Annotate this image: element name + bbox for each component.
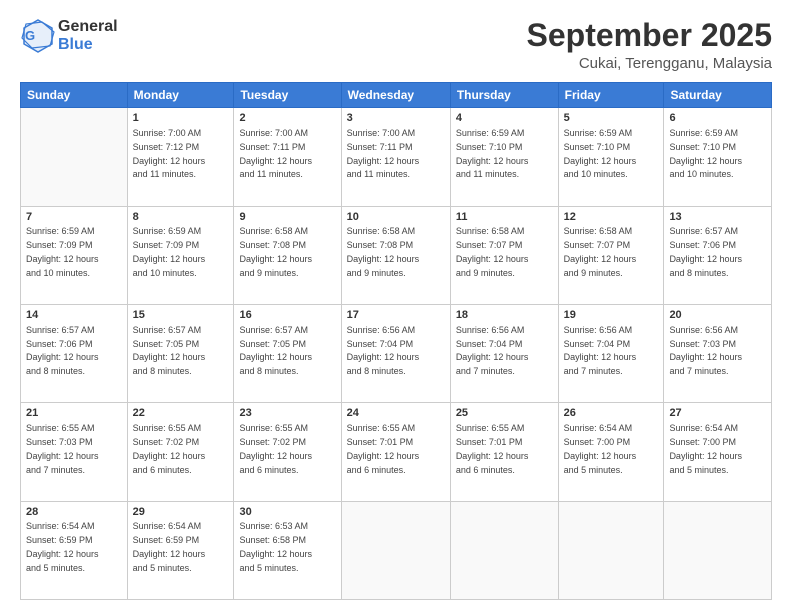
table-row: 13Sunrise: 6:57 AMSunset: 7:06 PMDayligh…: [664, 206, 772, 304]
table-row: 12Sunrise: 6:58 AMSunset: 7:07 PMDayligh…: [558, 206, 664, 304]
table-row: 8Sunrise: 6:59 AMSunset: 7:09 PMDaylight…: [127, 206, 234, 304]
col-friday: Friday: [558, 83, 664, 108]
table-row: 27Sunrise: 6:54 AMSunset: 7:00 PMDayligh…: [664, 403, 772, 501]
table-row: 6Sunrise: 6:59 AMSunset: 7:10 PMDaylight…: [664, 108, 772, 206]
table-row: 1Sunrise: 7:00 AMSunset: 7:12 PMDaylight…: [127, 108, 234, 206]
col-saturday: Saturday: [664, 83, 772, 108]
table-row: [664, 501, 772, 599]
calendar-title: September 2025: [527, 18, 772, 53]
table-row: 4Sunrise: 6:59 AMSunset: 7:10 PMDaylight…: [450, 108, 558, 206]
col-sunday: Sunday: [21, 83, 128, 108]
calendar-table: Sunday Monday Tuesday Wednesday Thursday…: [20, 82, 772, 600]
calendar-header-row: Sunday Monday Tuesday Wednesday Thursday…: [21, 83, 772, 108]
table-row: [341, 501, 450, 599]
table-row: [450, 501, 558, 599]
page: G General Blue September 2025 Cukai, Ter…: [0, 0, 792, 612]
table-row: 15Sunrise: 6:57 AMSunset: 7:05 PMDayligh…: [127, 304, 234, 402]
table-row: 20Sunrise: 6:56 AMSunset: 7:03 PMDayligh…: [664, 304, 772, 402]
table-row: 2Sunrise: 7:00 AMSunset: 7:11 PMDaylight…: [234, 108, 341, 206]
table-row: 11Sunrise: 6:58 AMSunset: 7:07 PMDayligh…: [450, 206, 558, 304]
table-row: 22Sunrise: 6:55 AMSunset: 7:02 PMDayligh…: [127, 403, 234, 501]
col-wednesday: Wednesday: [341, 83, 450, 108]
logo-blue-text: Blue: [58, 36, 93, 53]
col-tuesday: Tuesday: [234, 83, 341, 108]
col-monday: Monday: [127, 83, 234, 108]
table-row: 25Sunrise: 6:55 AMSunset: 7:01 PMDayligh…: [450, 403, 558, 501]
calendar-week-row: 28Sunrise: 6:54 AMSunset: 6:59 PMDayligh…: [21, 501, 772, 599]
logo-general-text: General: [58, 18, 118, 35]
table-row: 7Sunrise: 6:59 AMSunset: 7:09 PMDaylight…: [21, 206, 128, 304]
table-row: 5Sunrise: 6:59 AMSunset: 7:10 PMDaylight…: [558, 108, 664, 206]
calendar-subtitle: Cukai, Terengganu, Malaysia: [527, 55, 772, 72]
header: G General Blue September 2025 Cukai, Ter…: [20, 18, 772, 72]
table-row: 18Sunrise: 6:56 AMSunset: 7:04 PMDayligh…: [450, 304, 558, 402]
col-thursday: Thursday: [450, 83, 558, 108]
table-row: 29Sunrise: 6:54 AMSunset: 6:59 PMDayligh…: [127, 501, 234, 599]
calendar-week-row: 21Sunrise: 6:55 AMSunset: 7:03 PMDayligh…: [21, 403, 772, 501]
table-row: 28Sunrise: 6:54 AMSunset: 6:59 PMDayligh…: [21, 501, 128, 599]
calendar-week-row: 1Sunrise: 7:00 AMSunset: 7:12 PMDaylight…: [21, 108, 772, 206]
table-row: 30Sunrise: 6:53 AMSunset: 6:58 PMDayligh…: [234, 501, 341, 599]
table-row: 3Sunrise: 7:00 AMSunset: 7:11 PMDaylight…: [341, 108, 450, 206]
table-row: 23Sunrise: 6:55 AMSunset: 7:02 PMDayligh…: [234, 403, 341, 501]
table-row: 24Sunrise: 6:55 AMSunset: 7:01 PMDayligh…: [341, 403, 450, 501]
table-row: 10Sunrise: 6:58 AMSunset: 7:08 PMDayligh…: [341, 206, 450, 304]
table-row: 16Sunrise: 6:57 AMSunset: 7:05 PMDayligh…: [234, 304, 341, 402]
table-row: 9Sunrise: 6:58 AMSunset: 7:08 PMDaylight…: [234, 206, 341, 304]
logo: G General Blue: [20, 18, 118, 55]
table-row: [21, 108, 128, 206]
table-row: 26Sunrise: 6:54 AMSunset: 7:00 PMDayligh…: [558, 403, 664, 501]
table-row: 17Sunrise: 6:56 AMSunset: 7:04 PMDayligh…: [341, 304, 450, 402]
table-row: 21Sunrise: 6:55 AMSunset: 7:03 PMDayligh…: [21, 403, 128, 501]
table-row: 14Sunrise: 6:57 AMSunset: 7:06 PMDayligh…: [21, 304, 128, 402]
logo-icon: G: [20, 18, 56, 54]
calendar-week-row: 7Sunrise: 6:59 AMSunset: 7:09 PMDaylight…: [21, 206, 772, 304]
calendar-week-row: 14Sunrise: 6:57 AMSunset: 7:06 PMDayligh…: [21, 304, 772, 402]
table-row: [558, 501, 664, 599]
svg-text:G: G: [25, 28, 35, 43]
title-block: September 2025 Cukai, Terengganu, Malays…: [527, 18, 772, 72]
table-row: 19Sunrise: 6:56 AMSunset: 7:04 PMDayligh…: [558, 304, 664, 402]
